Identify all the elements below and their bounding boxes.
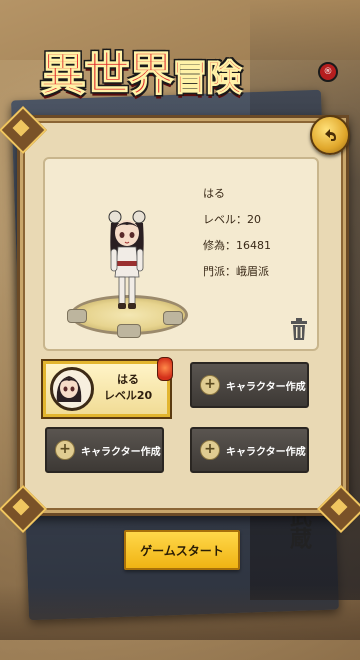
create-character-button[interactable]: + キャラクター作成 <box>45 427 164 473</box>
character-slot-selected[interactable]: はる レベル20 <box>43 361 170 417</box>
platform-rock <box>117 324 141 338</box>
platform-rock <box>163 311 183 325</box>
delete-character-button[interactable] <box>289 317 309 341</box>
character-power: 修為：16481 <box>203 239 271 252</box>
title-part-1: 異世界 <box>40 47 175 102</box>
bottom-shelf <box>0 585 360 640</box>
plus-icon: + <box>200 375 220 395</box>
title-part-2: 冒険 <box>171 57 242 100</box>
create-character-label: キャラクター作成 <box>226 381 306 393</box>
create-character-label: キャラクター作成 <box>81 446 161 458</box>
character-info: はる レベル：20 修為：16481 門派：峨眉派 <box>203 181 271 285</box>
back-arrow-icon <box>325 129 336 141</box>
game-start-button[interactable]: ゲームスタート <box>124 530 240 570</box>
plus-icon: + <box>200 440 220 460</box>
character-name: はる <box>203 187 225 200</box>
lantern-icon <box>157 357 173 381</box>
create-character-button[interactable]: + キャラクター作成 <box>190 427 309 473</box>
create-character-label: キャラクター作成 <box>226 446 306 458</box>
slot-character-name: はる <box>117 373 139 386</box>
character-display: はる レベル：20 修為：16481 門派：峨眉派 <box>43 157 319 351</box>
character-faction: 門派：峨眉派 <box>203 265 269 278</box>
character-sprite <box>108 210 146 309</box>
character-level: レベル：20 <box>203 213 261 226</box>
game-title: 異世界冒険 <box>40 38 243 104</box>
plus-icon: + <box>55 440 75 460</box>
back-button[interactable] <box>310 115 350 155</box>
create-character-button[interactable]: + キャラクター作成 <box>190 362 309 408</box>
character-face-icon <box>56 376 82 402</box>
title-badge: ® <box>318 62 338 82</box>
platform-rock <box>67 309 87 323</box>
avatar <box>50 367 94 411</box>
slot-character-level: レベル20 <box>103 389 153 402</box>
trash-icon <box>291 318 307 340</box>
game-title-logo: 異世界冒険 ® <box>0 26 360 102</box>
